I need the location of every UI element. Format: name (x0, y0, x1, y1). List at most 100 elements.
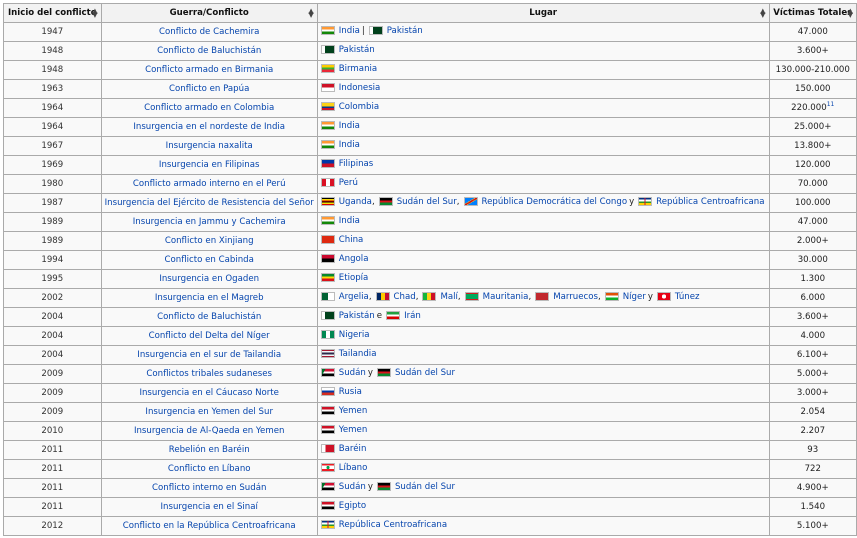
column-header-year[interactable]: Inicio del conflicto ▲ ▼ (3, 3, 102, 23)
russia-flag-icon[interactable] (320, 387, 335, 397)
conflict-link[interactable]: Conflicto armado interno en el Perú (133, 179, 286, 189)
country-link[interactable]: Malí (440, 292, 457, 302)
mauritania-flag-icon[interactable] (464, 292, 479, 302)
ethiopia-flag-icon[interactable] (320, 273, 335, 283)
sort-icon[interactable]: ▲ ▼ (760, 8, 765, 19)
pakistan-flag-icon[interactable] (320, 45, 335, 55)
country-link[interactable]: China (339, 235, 364, 245)
country-link[interactable]: Rusia (339, 387, 362, 397)
conflict-link[interactable]: Insurgencia en el nordeste de India (133, 122, 285, 132)
conflict-link[interactable]: Conflicto armado en Birmania (145, 65, 273, 75)
country-link[interactable]: Mauritania (483, 292, 529, 302)
conflict-link[interactable]: Conflicto interno en Sudán (152, 483, 266, 493)
south-sudan-flag-icon[interactable] (376, 368, 391, 378)
country-link[interactable]: Yemen (339, 425, 368, 435)
conflict-link[interactable]: Insurgencia en el Magreb (155, 293, 264, 303)
country-link[interactable]: Indonesia (339, 83, 381, 93)
india-flag-icon[interactable] (320, 121, 335, 131)
conflict-link[interactable]: Insurgencia en el Sinaí (161, 502, 258, 512)
conflict-link[interactable]: Insurgencia en Jammu y Cachemira (133, 217, 286, 227)
sort-icon[interactable]: ▲ ▼ (308, 8, 313, 19)
country-link[interactable]: Túnez (675, 292, 700, 302)
conflict-link[interactable]: Insurgencia en Filipinas (159, 160, 260, 170)
uganda-flag-icon[interactable] (320, 197, 335, 207)
conflict-link[interactable]: Conflicto de Cachemira (159, 27, 259, 37)
lebanon-flag-icon[interactable] (320, 463, 335, 473)
reference-note[interactable]: 11 (827, 101, 835, 108)
yemen-flag-icon[interactable] (320, 406, 335, 416)
chad-flag-icon[interactable] (375, 292, 390, 302)
india-flag-icon[interactable] (320, 26, 335, 36)
iran-flag-icon[interactable] (386, 311, 401, 321)
myanmar-flag-icon[interactable] (320, 64, 335, 74)
country-link[interactable]: República Democrática del Congo (482, 197, 628, 207)
south-sudan-flag-icon[interactable] (376, 482, 391, 492)
country-link[interactable]: Uganda (339, 197, 372, 207)
country-link[interactable]: Pakistán (339, 311, 375, 321)
country-link[interactable]: Níger (623, 292, 646, 302)
conflict-link[interactable]: Rebelión en Baréin (169, 445, 250, 455)
philippines-flag-icon[interactable] (320, 159, 335, 169)
sudan-flag-icon[interactable] (320, 482, 335, 492)
conflict-link[interactable]: Conflicto de Baluchistán (157, 46, 261, 56)
drc-flag-icon[interactable] (463, 197, 478, 207)
country-link[interactable]: Sudán del Sur (395, 482, 455, 492)
conflict-link[interactable]: Conflicto armado en Colombia (144, 103, 274, 113)
car-flag-icon[interactable] (638, 197, 653, 207)
pakistan-flag-icon[interactable] (368, 26, 383, 36)
conflict-link[interactable]: Insurgencia en el sur de Tailandia (137, 350, 281, 360)
niger-flag-icon[interactable] (604, 292, 619, 302)
country-link[interactable]: Colombia (339, 102, 379, 112)
country-link[interactable]: Yemen (339, 406, 368, 416)
country-link[interactable]: Chad (394, 292, 416, 302)
pakistan-flag-icon[interactable] (320, 311, 335, 321)
column-header-place[interactable]: Lugar ▲ ▼ (316, 3, 770, 23)
yemen-flag-icon[interactable] (320, 425, 335, 435)
country-link[interactable]: Sudán (339, 482, 366, 492)
conflict-link[interactable]: Conflicto en la República Centroafricana (123, 521, 296, 531)
conflict-link[interactable]: Conflicto de Baluchistán (157, 312, 261, 322)
mali-flag-icon[interactable] (422, 292, 437, 302)
country-link[interactable]: Sudán del Sur (397, 197, 457, 207)
conflict-link[interactable]: Conflicto en Cabinda (165, 255, 254, 265)
country-link[interactable]: Nigeria (339, 330, 370, 340)
angola-flag-icon[interactable] (320, 254, 335, 264)
india-flag-icon[interactable] (320, 216, 335, 226)
conflict-link[interactable]: Insurgencia en Ogaden (159, 274, 259, 284)
country-link[interactable]: Líbano (339, 463, 368, 473)
car-flag-icon[interactable] (320, 520, 335, 530)
nigeria-flag-icon[interactable] (320, 330, 335, 340)
country-link[interactable]: Argelia (339, 292, 369, 302)
conflict-link[interactable]: Insurgencia naxalita (166, 141, 253, 151)
conflict-link[interactable]: Conflictos tribales sudaneses (146, 369, 272, 379)
country-link[interactable]: Baréin (339, 444, 367, 454)
column-header-victims[interactable]: Víctimas Totales ▲ ▼ (768, 3, 857, 23)
colombia-flag-icon[interactable] (320, 102, 335, 112)
conflict-link[interactable]: Insurgencia de Al-Qaeda en Yemen (134, 426, 284, 436)
conflict-link[interactable]: Insurgencia del Ejército de Resistencia … (105, 198, 314, 208)
country-link[interactable]: India (339, 140, 360, 150)
country-link[interactable]: India (339, 216, 360, 226)
india-flag-icon[interactable] (320, 140, 335, 150)
country-link[interactable]: Sudán del Sur (395, 368, 455, 378)
peru-flag-icon[interactable] (320, 178, 335, 188)
morocco-flag-icon[interactable] (535, 292, 550, 302)
country-link[interactable]: India (339, 121, 360, 131)
south-sudan-flag-icon[interactable] (378, 197, 393, 207)
sort-icon[interactable]: ▲ ▼ (92, 8, 97, 19)
bahrain-flag-icon[interactable] (320, 444, 335, 454)
conflict-link[interactable]: Conflicto en Papúa (169, 84, 249, 94)
country-link[interactable]: Etiopía (339, 273, 369, 283)
tunisia-flag-icon[interactable] (656, 292, 671, 302)
china-flag-icon[interactable] (320, 235, 335, 245)
thailand-flag-icon[interactable] (320, 349, 335, 359)
conflict-link[interactable]: Insurgencia en el Cáucaso Norte (139, 388, 279, 398)
country-link[interactable]: Marruecos (553, 292, 598, 302)
conflict-link[interactable]: Conflicto del Delta del Níger (149, 331, 270, 341)
country-link[interactable]: Pakistán (339, 45, 375, 55)
country-link[interactable]: Birmania (339, 64, 377, 74)
conflict-link[interactable]: Conflicto en Líbano (168, 464, 251, 474)
algeria-flag-icon[interactable] (320, 292, 335, 302)
country-link[interactable]: Perú (339, 178, 358, 188)
country-link[interactable]: Angola (339, 254, 369, 264)
